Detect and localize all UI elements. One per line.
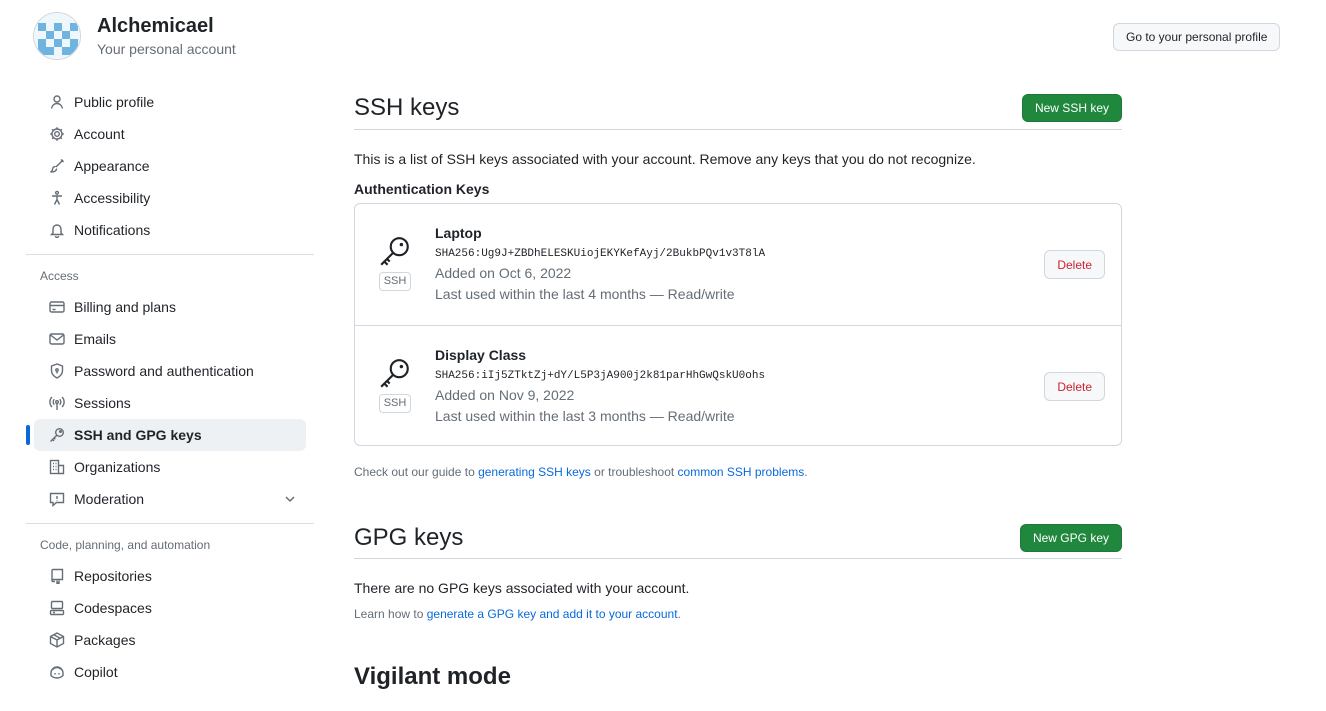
sidebar-item-label: Copilot: [74, 664, 118, 680]
key-last-used: Last used within the last 3 months — Rea…: [435, 408, 735, 424]
sidebar-item-label: Appearance: [74, 158, 150, 174]
key-fingerprint: SHA256:Ug9J+ZBDhELESKUiojEKYKefAyj/2Bukb…: [435, 248, 766, 260]
sidebar-item-label: Organizations: [74, 459, 161, 475]
ssh-key-row: SSH Laptop SHA256:Ug9J+ZBDhELESKUiojEKYK…: [355, 204, 1121, 325]
sidebar-item-packages[interactable]: Packages: [34, 624, 306, 656]
avatar[interactable]: [33, 12, 81, 60]
ssh-keys-list: SSH Laptop SHA256:Ug9J+ZBDhELESKUiojEKYK…: [354, 203, 1122, 446]
help-text-suffix: .: [804, 465, 808, 479]
organization-icon: [48, 458, 66, 476]
sidebar-item-label: Emails: [74, 331, 117, 347]
sidebar-item-password-auth[interactable]: Password and authentication: [34, 355, 306, 387]
sidebar-item-accessibility[interactable]: Accessibility: [34, 182, 306, 214]
sidebar-item-sessions[interactable]: Sessions: [34, 387, 306, 419]
paintbrush-icon: [48, 157, 66, 175]
ssh-keys-description: This is a list of SSH keys associated wi…: [354, 151, 976, 167]
gpg-keys-description: There are no GPG keys associated with yo…: [354, 580, 690, 596]
sidebar-item-label: Notifications: [74, 222, 151, 238]
key-icon: [380, 359, 409, 388]
sidebar-group-code: Code, planning, and automation: [40, 538, 211, 552]
credit-card-icon: [48, 298, 66, 316]
report-icon: [48, 490, 66, 508]
ssh-badge: SSH: [378, 272, 412, 291]
gpg-keys-section: GPG keys New GPG key There are no GPG ke…: [354, 517, 1122, 622]
package-icon: [48, 631, 66, 649]
generate-gpg-key-link[interactable]: generate a GPG key and add it to your ac…: [427, 607, 678, 621]
gpg-keys-title: GPG keys: [354, 523, 464, 551]
broadcast-icon: [48, 394, 66, 412]
sidebar-item-label: Account: [74, 126, 125, 142]
ssh-help-text: Check out our guide to generating SSH ke…: [354, 464, 1122, 480]
gear-icon: [48, 125, 66, 143]
sidebar-item-public-profile[interactable]: Public profile: [34, 86, 306, 118]
sidebar-item-label: SSH and GPG keys: [74, 427, 202, 443]
sidebar-item-codespaces[interactable]: Codespaces: [34, 592, 306, 624]
sidebar-item-ssh-gpg-keys[interactable]: SSH and GPG keys: [26, 419, 306, 451]
copilot-icon: [48, 663, 66, 681]
account-name[interactable]: Alchemicael: [97, 13, 236, 39]
key-added-date: Added on Oct 6, 2022: [435, 265, 572, 281]
sidebar-item-label: Billing and plans: [74, 299, 176, 315]
chevron-down-icon[interactable]: [282, 491, 298, 510]
sidebar-item-moderation[interactable]: Moderation: [34, 483, 306, 515]
sidebar-item-account[interactable]: Account: [34, 118, 306, 150]
sidebar-item-label: Moderation: [74, 491, 145, 507]
sidebar-divider: [26, 254, 314, 255]
account-header: Alchemicael Your personal account: [33, 12, 236, 60]
shield-lock-icon: [48, 362, 66, 380]
sidebar-item-billing[interactable]: Billing and plans: [34, 291, 306, 323]
main-content: SSH keys New SSH key This is a list of S…: [354, 86, 1122, 691]
ssh-key-row: SSH Display Class SHA256:iIj5ZTktZj+dY/L…: [355, 325, 1121, 445]
repo-icon: [48, 567, 66, 585]
sidebar-item-appearance[interactable]: Appearance: [34, 150, 306, 182]
sidebar-divider: [26, 523, 314, 524]
help-text-prefix: Check out our guide to: [354, 465, 479, 479]
help-text-suffix: .: [677, 607, 681, 621]
account-subtitle: Your personal account: [97, 41, 236, 57]
ssh-badge: SSH: [378, 394, 412, 413]
sidebar-item-repositories[interactable]: Repositories: [34, 560, 306, 592]
sidebar-group-access: Access: [40, 269, 79, 283]
authentication-keys-title: Authentication Keys: [354, 181, 490, 197]
delete-key-button[interactable]: Delete: [1044, 372, 1105, 401]
vigilant-mode-title: Vigilant mode: [354, 663, 511, 690]
sidebar-item-label: Packages: [74, 632, 136, 648]
common-ssh-problems-link[interactable]: common SSH problems: [678, 465, 805, 479]
key-fingerprint: SHA256:iIj5ZTktZj+dY/L5P3jA900j2k81parHh…: [435, 370, 766, 382]
key-icon: [380, 237, 409, 266]
help-text-prefix: Learn how to: [354, 607, 427, 621]
mail-icon: [48, 330, 66, 348]
codespaces-icon: [48, 599, 66, 617]
sidebar-item-copilot[interactable]: Copilot: [34, 656, 306, 688]
sidebar-item-organizations[interactable]: Organizations: [34, 451, 306, 483]
key-last-used: Last used within the last 4 months — Rea…: [435, 286, 735, 302]
sidebar-item-notifications[interactable]: Notifications: [34, 214, 306, 246]
go-to-profile-button[interactable]: Go to your personal profile: [1113, 23, 1281, 51]
gpg-keys-header: GPG keys New GPG key: [354, 517, 1122, 559]
key-icon: [48, 426, 66, 444]
settings-sidebar: Public profile Account Appearance Access…: [26, 86, 314, 688]
key-added-date: Added on Nov 9, 2022: [435, 387, 575, 403]
new-gpg-key-button[interactable]: New GPG key: [1019, 523, 1122, 552]
sidebar-item-label: Public profile: [74, 94, 155, 110]
person-icon: [48, 93, 66, 111]
bell-icon: [48, 221, 66, 239]
accessibility-icon: [48, 189, 66, 207]
sidebar-item-label: Sessions: [74, 395, 131, 411]
sidebar-item-label: Repositories: [74, 568, 152, 584]
gpg-help-text: Learn how to generate a GPG key and add …: [354, 606, 1122, 622]
generating-ssh-keys-link[interactable]: generating SSH keys: [478, 465, 591, 479]
sidebar-item-label: Accessibility: [74, 190, 151, 206]
new-ssh-key-button[interactable]: New SSH key: [1021, 93, 1122, 122]
key-title: Display Class: [435, 347, 527, 363]
sidebar-item-emails[interactable]: Emails: [34, 323, 306, 355]
ssh-keys-header: SSH keys New SSH key: [354, 86, 1122, 130]
help-text-mid: or troubleshoot: [590, 465, 678, 479]
sidebar-item-label: Password and authentication: [74, 363, 254, 379]
sidebar-item-label: Codespaces: [74, 600, 152, 616]
delete-key-button[interactable]: Delete: [1044, 250, 1105, 279]
key-title: Laptop: [435, 225, 482, 241]
ssh-keys-title: SSH keys: [354, 93, 460, 121]
